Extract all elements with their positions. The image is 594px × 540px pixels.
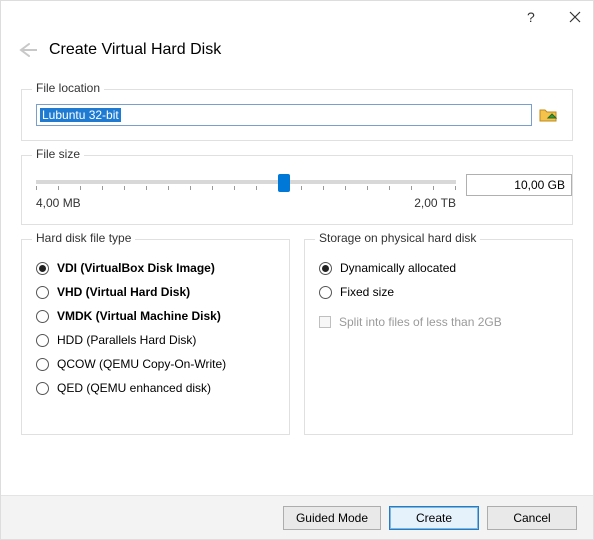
file-location-input[interactable]: Lubuntu 32-bit [36,104,532,126]
disk-type-label: QCOW (QEMU Copy-On-Write) [57,357,226,371]
file-location-value: Lubuntu 32-bit [40,108,121,122]
help-icon[interactable]: ? [523,9,539,25]
group-file-size: File size 4,00 MB 2,00 TB [21,155,573,225]
slider-thumb[interactable] [278,174,290,192]
radio-indicator [319,286,332,299]
guided-mode-button[interactable]: Guided Mode [283,506,381,530]
dialog-header: Create Virtual Hard Disk [1,33,593,75]
disk-type-label: VMDK (Virtual Machine Disk) [57,309,221,323]
group-storage: Storage on physical hard disk Dynamicall… [304,239,573,435]
storage-label: Fixed size [340,285,394,299]
disk-type-radio[interactable]: VMDK (Virtual Machine Disk) [36,304,275,328]
radio-indicator [36,310,49,323]
storage-label: Dynamically allocated [340,261,456,275]
disk-type-label: QED (QEMU enhanced disk) [57,381,211,395]
storage-radio[interactable]: Dynamically allocated [319,256,558,280]
slider-ticks [36,186,456,190]
radio-indicator [319,262,332,275]
disk-type-radio[interactable]: VDI (VirtualBox Disk Image) [36,256,275,280]
create-button[interactable]: Create [389,506,479,530]
file-size-slider[interactable] [36,180,456,184]
radio-indicator [36,334,49,347]
storage-radio[interactable]: Fixed size [319,280,558,304]
group-label-disk-type: Hard disk file type [32,231,135,245]
group-label-file-location: File location [32,81,104,95]
slider-min-label: 4,00 MB [36,196,81,210]
dialog-content: File location Lubuntu 32-bit File size [1,89,593,435]
split-files-checkbox [319,316,331,328]
disk-type-radio[interactable]: VHD (Virtual Hard Disk) [36,280,275,304]
page-title: Create Virtual Hard Disk [49,41,221,59]
slider-max-label: 2,00 TB [414,196,456,210]
split-files-checkbox-row: Split into files of less than 2GB [319,310,558,334]
radio-indicator [36,382,49,395]
dialog-footer: Guided Mode Create Cancel [1,495,593,539]
svg-text:?: ? [527,10,535,24]
group-file-location: File location Lubuntu 32-bit [21,89,573,141]
disk-type-radio[interactable]: QCOW (QEMU Copy-On-Write) [36,352,275,376]
back-arrow-icon[interactable] [17,42,37,58]
browse-folder-button[interactable] [538,105,558,125]
disk-type-label: VHD (Virtual Hard Disk) [57,285,190,299]
split-files-label: Split into files of less than 2GB [339,315,502,329]
disk-type-radio[interactable]: HDD (Parallels Hard Disk) [36,328,275,352]
radio-indicator [36,358,49,371]
file-size-input[interactable] [466,174,572,196]
group-disk-type: Hard disk file type VDI (VirtualBox Disk… [21,239,290,435]
cancel-button[interactable]: Cancel [487,506,577,530]
titlebar: ? [1,1,593,33]
group-label-file-size: File size [32,147,84,161]
radio-indicator [36,262,49,275]
disk-type-label: HDD (Parallels Hard Disk) [57,333,196,347]
disk-type-radio[interactable]: QED (QEMU enhanced disk) [36,376,275,400]
disk-type-label: VDI (VirtualBox Disk Image) [57,261,215,275]
group-label-storage: Storage on physical hard disk [315,231,480,245]
radio-indicator [36,286,49,299]
close-icon[interactable] [567,9,583,25]
